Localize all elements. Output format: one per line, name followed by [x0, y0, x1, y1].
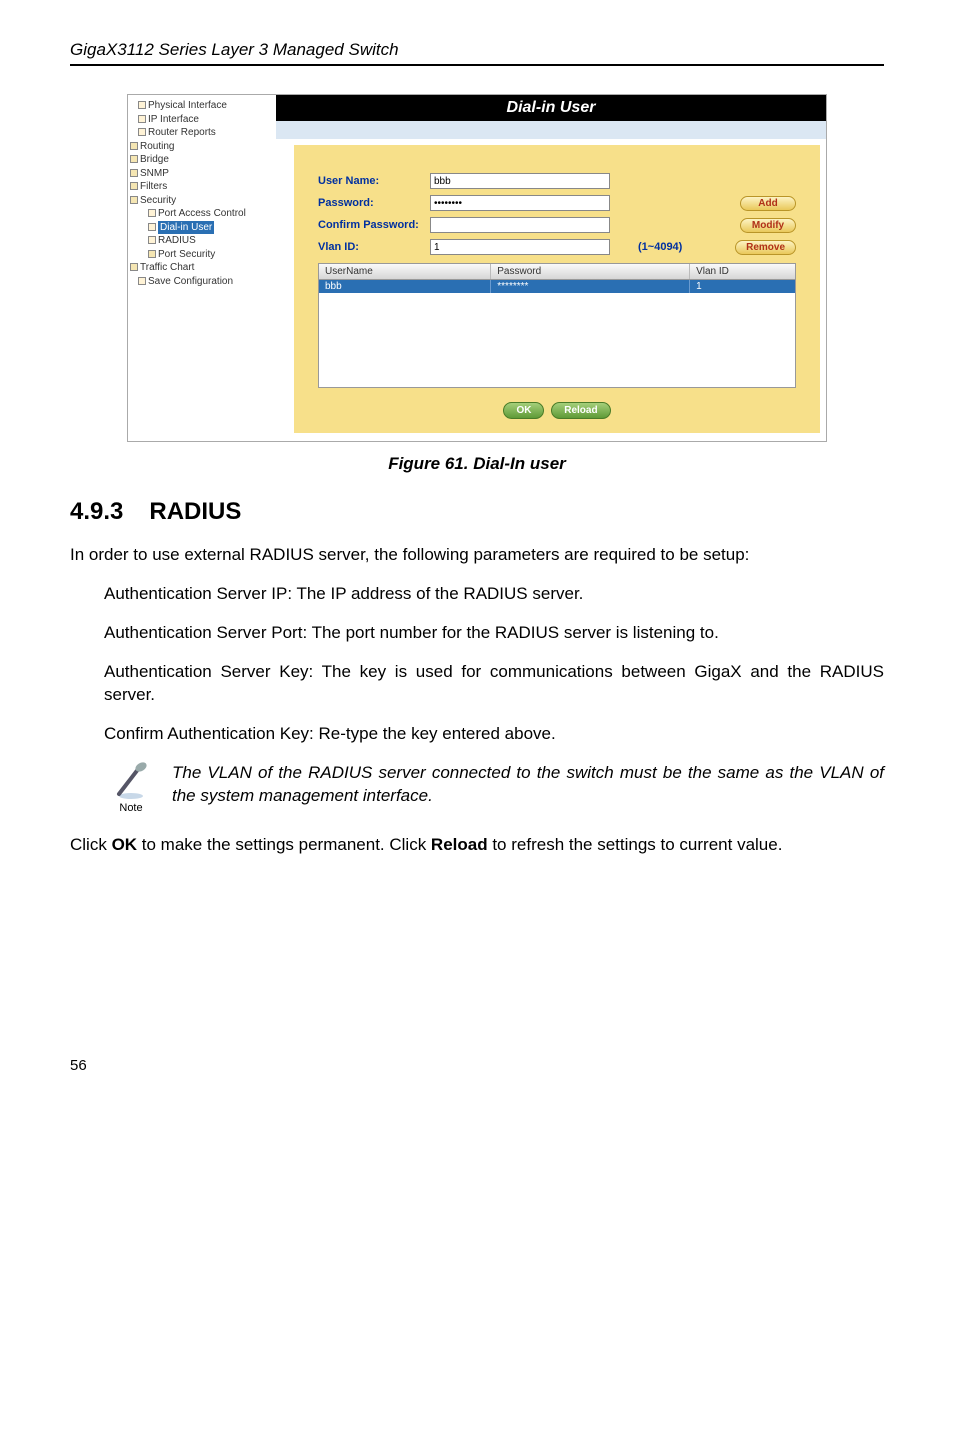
tree-item-label: Bridge [140, 154, 169, 165]
username-input[interactable] [430, 173, 610, 189]
nav-tree: Physical Interface IP Interface Router Rep… [128, 95, 276, 441]
tree-item-label: Routing [140, 141, 174, 152]
tree-item[interactable]: RADIUS [130, 234, 274, 248]
panel-title: Dial-in User [276, 95, 826, 121]
th-password: Password [491, 264, 690, 279]
tree-item-label: Physical Interface [148, 100, 227, 111]
remove-button[interactable]: Remove [735, 240, 796, 255]
tree-item-label: RADIUS [158, 235, 196, 246]
tree-item[interactable]: Filters [130, 180, 274, 194]
section-title: RADIUS [149, 498, 241, 525]
folder-icon [130, 155, 138, 163]
table-row[interactable]: bbb ******** 1 [319, 280, 795, 293]
tree-item-label: Traffic Chart [140, 262, 194, 273]
vlanid-range: (1~4094) [638, 241, 682, 253]
tree-item[interactable]: Routing [130, 140, 274, 154]
folder-icon [130, 182, 138, 190]
tree-item[interactable]: IP Interface [130, 113, 274, 127]
username-label: User Name: [318, 175, 430, 187]
folder-icon [130, 142, 138, 150]
section-heading: 4.9.3 RADIUS [70, 498, 884, 526]
page-icon [138, 101, 146, 109]
tree-item-label: Filters [140, 181, 167, 192]
th-vlanid: Vlan ID [690, 264, 795, 279]
dial-in-user-screenshot: Physical Interface IP Interface Router Rep… [127, 94, 827, 442]
tree-item[interactable]: Physical Interface [130, 99, 274, 113]
toolbar-spacer [276, 121, 826, 139]
tree-item[interactable]: Traffic Chart [130, 261, 274, 275]
page-number: 56 [70, 1057, 884, 1074]
password-input[interactable] [430, 195, 610, 211]
page-icon [138, 277, 146, 285]
note-icon: Note [104, 762, 158, 814]
outro-paragraph: Click OK to make the settings permanent.… [70, 834, 884, 857]
tree-item-label: Security [140, 195, 176, 206]
tree-item[interactable]: Port Access Control [130, 207, 274, 221]
note-block: Note The VLAN of the RADIUS server conne… [104, 762, 884, 814]
param-confirm-key: Confirm Authentication Key: Re-type the … [104, 723, 884, 746]
tree-item-label: SNMP [140, 168, 169, 179]
param-server-ip: Authentication Server IP: The IP address… [104, 583, 884, 606]
confirm-password-input[interactable] [430, 217, 610, 233]
user-table: UserName Password Vlan ID bbb ******** 1 [318, 263, 796, 388]
tree-item[interactable]: Security [130, 194, 274, 208]
tree-item[interactable]: SNMP [130, 167, 274, 181]
note-text: The VLAN of the RADIUS server connected … [158, 762, 884, 808]
tree-item[interactable]: Router Reports [130, 126, 274, 140]
cell-password: ******** [491, 280, 690, 293]
modify-button[interactable]: Modify [740, 218, 796, 233]
tree-item-label: Save Configuration [148, 276, 233, 287]
tree-item-label: Router Reports [148, 127, 216, 138]
folder-icon [130, 263, 138, 271]
confirm-password-label: Confirm Password: [318, 219, 430, 231]
tree-item-label: Port Security [158, 249, 215, 260]
tree-item-label: IP Interface [148, 114, 199, 125]
page-icon [148, 236, 156, 244]
tree-item[interactable]: Save Configuration [130, 275, 274, 289]
param-server-key: Authentication Server Key: The key is us… [104, 661, 884, 707]
password-label: Password: [318, 197, 430, 209]
vlanid-input[interactable] [430, 239, 610, 255]
page-icon [148, 223, 156, 231]
folder-icon [130, 196, 138, 204]
tree-item-label: Dial-in User [158, 221, 214, 235]
th-username: UserName [319, 264, 491, 279]
form-panel: User Name: Password: Add Confirm Passwor… [294, 145, 820, 433]
cell-vlanid: 1 [690, 280, 795, 293]
tree-item[interactable]: Bridge [130, 153, 274, 167]
tree-item[interactable]: Dial-in User [130, 221, 274, 235]
intro-paragraph: In order to use external RADIUS server, … [70, 544, 884, 567]
note-label: Note [104, 802, 158, 814]
vlanid-label: Vlan ID: [318, 241, 430, 253]
page-icon [148, 209, 156, 217]
page-icon [138, 128, 146, 136]
tree-item[interactable]: Port Security [130, 248, 274, 262]
running-header: GigaX3112 Series Layer 3 Managed Switch [70, 40, 884, 66]
cell-username: bbb [319, 280, 491, 293]
folder-icon [130, 169, 138, 177]
page-icon [138, 115, 146, 123]
ok-button[interactable]: OK [503, 402, 544, 419]
section-number: 4.9.3 [70, 498, 123, 526]
tree-item-label: Port Access Control [158, 208, 246, 219]
figure-caption: Figure 61. Dial-In user [70, 454, 884, 474]
folder-icon [148, 250, 156, 258]
reload-button[interactable]: Reload [551, 402, 610, 419]
param-server-port: Authentication Server Port: The port num… [104, 622, 884, 645]
add-button[interactable]: Add [740, 196, 796, 211]
